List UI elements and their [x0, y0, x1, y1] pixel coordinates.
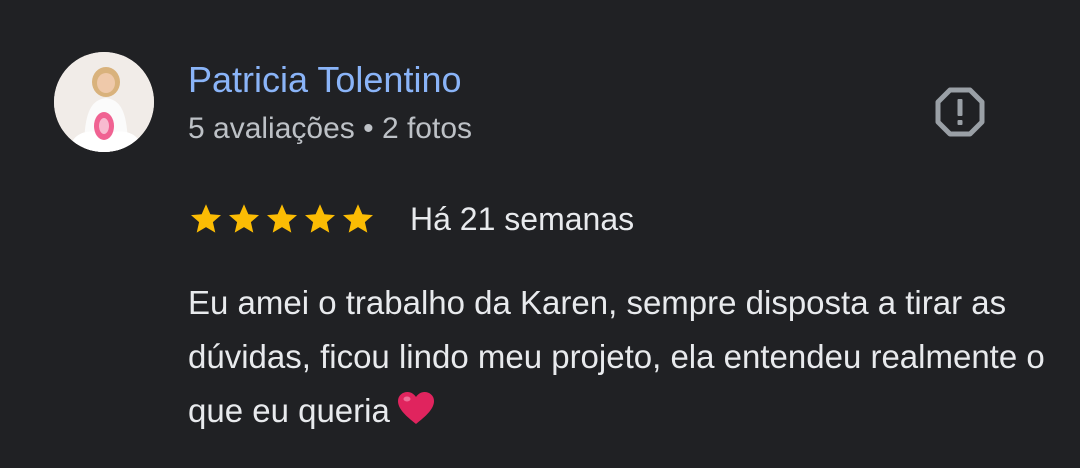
reviewer-meta: 5 avaliações • 2 fotos — [188, 112, 473, 145]
red-heart-icon — [397, 392, 434, 424]
star-icon — [343, 204, 373, 233]
report-review-button[interactable] — [930, 82, 990, 142]
review-date: Há 21 semanas — [410, 201, 635, 237]
star-icon — [267, 204, 297, 233]
reviewer-avatar[interactable] — [54, 52, 154, 152]
review-text: Eu amei o trabalho da Karen, sempre disp… — [188, 276, 1048, 438]
star-icon — [191, 204, 221, 233]
report-octagon-icon — [935, 87, 985, 137]
review-card: Patricia Tolentino 5 avaliações • 2 foto… — [0, 0, 1080, 468]
rating-row: Há 21 semanas — [188, 196, 634, 242]
review-body: Eu amei o trabalho da Karen, sempre disp… — [188, 284, 1045, 429]
star-icon — [305, 204, 335, 233]
star-rating — [188, 201, 376, 237]
star-icon — [229, 204, 259, 233]
avatar-photo-icon — [54, 52, 154, 152]
reviewer-name[interactable]: Patricia Tolentino — [188, 58, 462, 102]
